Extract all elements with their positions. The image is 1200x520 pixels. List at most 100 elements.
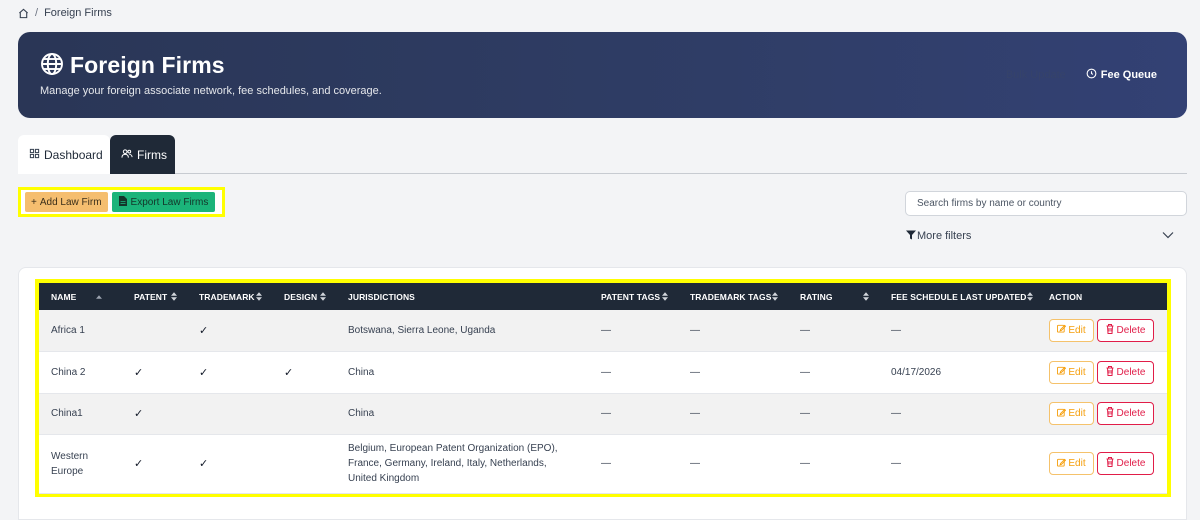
column-header-name[interactable]: NAME — [39, 283, 122, 310]
cell-fee-updated: — — [891, 458, 901, 469]
sort-icon[interactable] — [320, 292, 326, 301]
column-header-fee-schedule[interactable]: FEE SCHEDULE LAST UPDATED — [879, 283, 1037, 310]
delete-label: Delete — [1116, 458, 1146, 469]
delete-label: Delete — [1116, 324, 1146, 336]
more-filters-group: More filters — [906, 230, 971, 243]
sort-icon[interactable] — [863, 292, 869, 301]
cell-patent — [122, 310, 187, 351]
cell-patent: ✓ — [134, 458, 144, 470]
firms-table-container: NAME PATENT TRADEMARK DESIGN JURISDICTIO… — [35, 279, 1171, 497]
column-header-trademark-tags[interactable]: TRADEMARK TAGS — [678, 283, 788, 310]
toolbar-button-group: + Add Law Firm Export Law Firms — [18, 187, 225, 217]
edit-icon — [1057, 366, 1067, 378]
more-filters-toggle[interactable]: More filters — [906, 229, 1174, 243]
cell-jurisdictions: Botswana, Sierra Leone, Uganda — [348, 324, 496, 336]
cell-name: China 2 — [51, 366, 86, 378]
page-title-group: Foreign Firms — [40, 52, 225, 79]
more-filters-label: More filters — [917, 230, 972, 242]
sort-icon[interactable] — [662, 292, 668, 301]
edit-button[interactable]: Edit — [1049, 318, 1094, 342]
cell-trademark — [187, 393, 272, 434]
column-header-patent-tags[interactable]: PATENT TAGS — [589, 283, 678, 310]
tab-firms[interactable]: Firms — [110, 135, 175, 174]
column-header-trademark[interactable]: TRADEMARK — [187, 283, 272, 310]
sort-icon[interactable] — [171, 292, 177, 301]
cell-trademark-tags: — — [690, 408, 700, 419]
sort-asc-icon[interactable] — [96, 294, 102, 299]
edit-label: Edit — [1068, 324, 1086, 336]
users-icon — [121, 148, 133, 162]
cell-jurisdictions: Belgium, European Patent Organization (E… — [348, 443, 558, 484]
delete-button[interactable]: Delete — [1097, 402, 1154, 425]
cell-trademark: ✓ — [199, 458, 209, 470]
delete-button[interactable]: Delete — [1097, 452, 1154, 475]
cell-trademark-tags: — — [690, 458, 700, 469]
delete-label: Delete — [1116, 366, 1146, 378]
firms-table: NAME PATENT TRADEMARK DESIGN JURISDICTIO… — [39, 283, 1167, 494]
table-row: China 2 ✓ ✓ ✓ China — — — 04/17/2026 Edi… — [39, 351, 1167, 393]
table-row: China1 ✓ China — — — — Edit Delete — [39, 393, 1167, 434]
breadcrumb-current: Foreign Firms — [44, 7, 112, 19]
delete-button[interactable]: Delete — [1097, 360, 1154, 384]
tab-dashboard-label: Dashboard — [44, 147, 103, 162]
cell-trademark: ✓ — [199, 366, 209, 379]
home-icon[interactable] — [18, 8, 29, 19]
add-law-firm-button[interactable]: + Add Law Firm — [25, 192, 108, 212]
sort-icon[interactable] — [1026, 292, 1033, 301]
header-actions: Bulk Update Fee Queue — [1006, 68, 1157, 82]
column-header-jurisdictions: JURISDICTIONS — [348, 291, 415, 302]
grid-icon — [29, 148, 40, 162]
sort-icon[interactable] — [772, 292, 778, 301]
bulk-update-button[interactable]: Bulk Update — [1006, 69, 1066, 81]
trash-icon — [1106, 407, 1114, 420]
cell-name: Western Europe — [51, 450, 89, 477]
edit-icon — [1057, 408, 1067, 420]
sort-icon[interactable] — [256, 292, 262, 301]
breadcrumb: / Foreign Firms — [18, 7, 112, 19]
cell-trademark-tags: — — [690, 324, 700, 336]
delete-button[interactable]: Delete — [1097, 318, 1154, 342]
edit-button[interactable]: Edit — [1049, 360, 1094, 384]
export-law-firms-button[interactable]: Export Law Firms — [111, 192, 216, 212]
cell-jurisdictions: China — [348, 408, 375, 419]
fee-queue-label: Fee Queue — [1100, 69, 1157, 81]
cell-patent: ✓ — [134, 366, 144, 379]
page-subtitle: Manage your foreign associate network, f… — [40, 85, 382, 97]
fee-queue-button[interactable]: Fee Queue — [1086, 68, 1157, 82]
search-input[interactable] — [905, 191, 1187, 216]
cell-patent-tags: — — [601, 324, 611, 336]
cell-patent: ✓ — [134, 408, 144, 420]
cell-patent-tags: — — [601, 458, 611, 469]
trash-icon — [1106, 365, 1114, 379]
edit-label: Edit — [1068, 408, 1086, 419]
cell-rating: — — [800, 408, 810, 419]
breadcrumb-separator: / — [35, 7, 39, 19]
column-header-design[interactable]: DESIGN — [272, 283, 336, 310]
chevron-down-icon[interactable] — [1162, 230, 1174, 242]
trash-icon — [1106, 323, 1114, 337]
cell-rating: — — [800, 458, 810, 469]
cell-fee-updated: 04/17/2026 — [891, 366, 942, 378]
edit-button[interactable]: Edit — [1049, 402, 1094, 425]
table-header-row: NAME PATENT TRADEMARK DESIGN JURISDICTIO… — [39, 283, 1167, 310]
cell-trademark: ✓ — [199, 324, 209, 337]
cell-name: China1 — [51, 408, 83, 419]
cell-trademark-tags: — — [690, 366, 700, 378]
cell-design: ✓ — [284, 366, 294, 379]
export-law-firms-label: Export Law Firms — [130, 196, 209, 208]
page-title: Foreign Firms — [70, 52, 225, 78]
column-header-patent[interactable]: PATENT — [122, 283, 187, 310]
cell-fee-updated: — — [891, 324, 901, 336]
edit-label: Edit — [1068, 366, 1086, 378]
tab-firms-label: Firms — [137, 147, 167, 162]
cell-patent-tags: — — [601, 366, 611, 378]
table-row: Africa 1 ✓ Botswana, Sierra Leone, Ugand… — [39, 310, 1167, 351]
cell-patent-tags: — — [601, 408, 611, 419]
cell-design — [272, 393, 336, 434]
cell-actions: Edit Delete — [1037, 393, 1167, 434]
globe-icon — [40, 52, 64, 79]
edit-button[interactable]: Edit — [1049, 452, 1094, 475]
trash-icon — [1106, 457, 1114, 470]
tab-dashboard[interactable]: Dashboard — [18, 135, 110, 174]
column-header-rating[interactable]: RATING — [788, 283, 879, 310]
